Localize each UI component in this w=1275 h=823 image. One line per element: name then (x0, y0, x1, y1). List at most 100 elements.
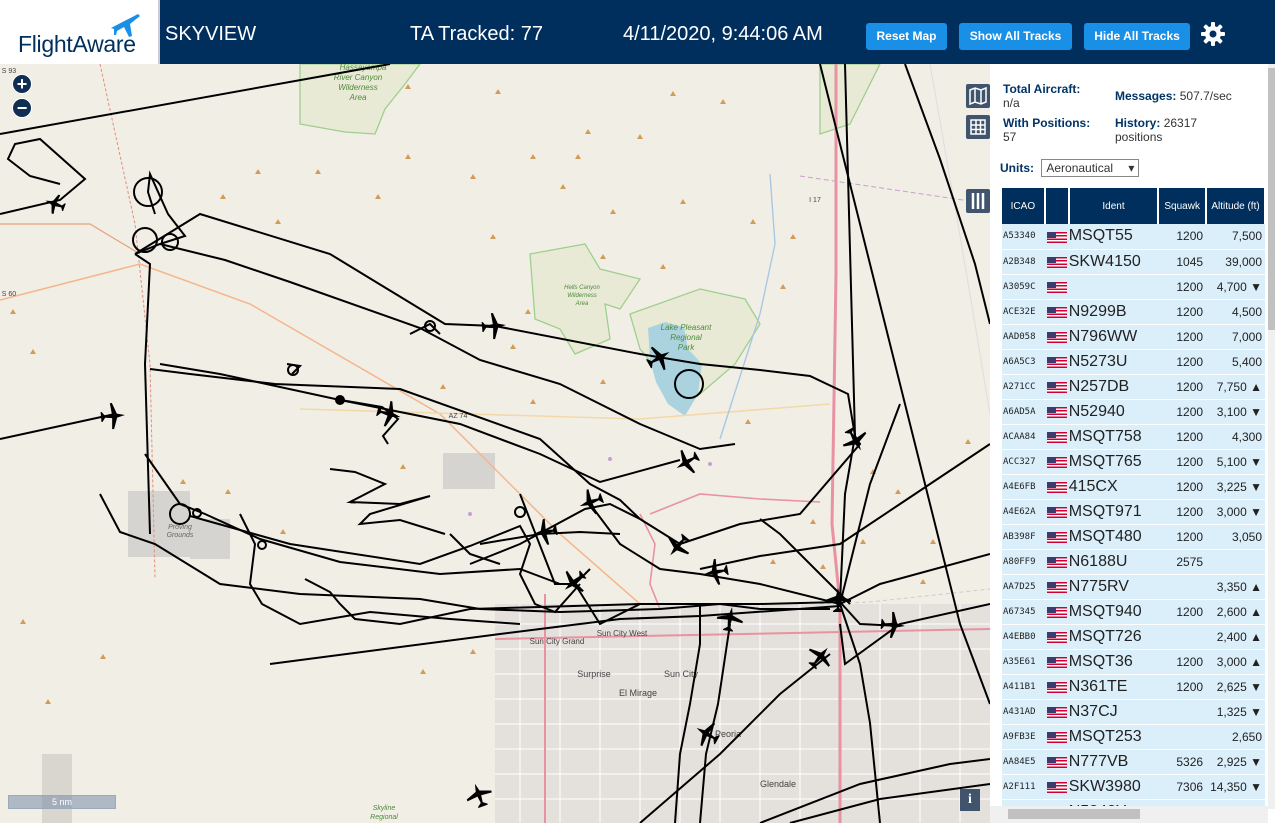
flag-cell (1044, 499, 1069, 525)
table-row[interactable]: A6A5C3 N5273U 1200 5,400 (1002, 349, 1265, 375)
ident-cell: N361TE (1068, 674, 1159, 700)
table-row[interactable]: A411B1 N361TE 1200 2,625 ▼ (1002, 674, 1265, 700)
hide-all-tracks-button[interactable]: Hide All Tracks (1084, 23, 1190, 50)
table-row[interactable]: A3059C 1200 4,700 ▼ (1002, 274, 1265, 300)
table-row[interactable]: A271CC N257DB 1200 7,750 ▲ (1002, 374, 1265, 400)
aircraft-icon (808, 647, 830, 670)
table-row[interactable]: A2B348 SKW4150 1045 39,000 (1002, 249, 1265, 275)
flag-cell (1044, 324, 1069, 350)
site-name: SKYVIEW (165, 23, 257, 45)
squawk-cell: 1200 (1158, 499, 1207, 525)
zoom-in-button[interactable]: + (12, 74, 32, 94)
horizontal-scrollbar-thumb[interactable] (1008, 809, 1140, 819)
col-flag (1044, 188, 1070, 224)
icao-cell: A271CC (1002, 374, 1045, 400)
squawk-cell: 1200 (1158, 274, 1207, 300)
table-row[interactable]: A431AD N37CJ 1,325 ▼ (1002, 699, 1265, 725)
table-row[interactable]: AA84E5 N777VB 5326 2,925 ▼ (1002, 749, 1265, 775)
units-label: Units: (1000, 161, 1034, 175)
aircraft-rows: A53340 MSQT55 1200 7,500 A2B348 SKW4150 1045 39… (1002, 224, 1265, 823)
icao-cell: AAD058 (1002, 324, 1045, 350)
altitude-cell (1206, 549, 1265, 575)
table-row[interactable]: A4EBB0 MSQT726 2,400 ▲ (1002, 624, 1265, 650)
grid-icon[interactable] (966, 115, 990, 139)
col-ident[interactable]: Ident (1068, 188, 1160, 224)
show-all-tracks-button[interactable]: Show All Tracks (959, 23, 1072, 50)
altitude-cell: 3,350 ▲ (1206, 574, 1265, 600)
gear-icon[interactable] (1200, 21, 1226, 47)
squawk-cell (1158, 699, 1207, 725)
flag-cell (1044, 699, 1069, 725)
aircraft-table: ICAO Ident Squawk Altitude (ft) A53340 MS… (1002, 188, 1266, 823)
table-row[interactable]: ACC327 MSQT765 1200 5,100 ▼ (1002, 449, 1265, 475)
flag-cell (1044, 524, 1069, 550)
flag-cell (1044, 599, 1069, 625)
history-stat: History: 26317 positions (1115, 116, 1197, 144)
ident-cell: SKW4150 (1068, 249, 1159, 275)
table-row[interactable]: ACE32E N9299B 1200 4,500 (1002, 299, 1265, 325)
flightaware-logo[interactable]: FlightAware (0, 0, 160, 64)
ident-cell: MSQT55 (1068, 224, 1159, 250)
icao-cell: A35E61 (1002, 649, 1045, 675)
icao-cell: A431AD (1002, 699, 1045, 725)
table-row[interactable]: AA7D25 N775RV 3,350 ▲ (1002, 574, 1265, 600)
flag-cell (1044, 274, 1069, 300)
table-row[interactable]: A35E61 MSQT36 1200 3,000 ▲ (1002, 649, 1265, 675)
table-row[interactable]: A9FB3E MSQT253 2,650 (1002, 724, 1265, 750)
col-icao[interactable]: ICAO (1002, 188, 1046, 224)
ident-cell: N257DB (1068, 374, 1159, 400)
icao-cell: ACE32E (1002, 299, 1045, 325)
altitude-cell: 4,500 (1206, 299, 1265, 325)
flag-cell (1044, 224, 1069, 250)
squawk-cell: 7306 (1158, 774, 1207, 800)
flight-tracks[interactable] (0, 64, 990, 823)
reset-map-button[interactable]: Reset Map (866, 23, 947, 50)
table-row[interactable]: A6AD5A N52940 1200 3,100 ▼ (1002, 399, 1265, 425)
ident-cell: N9299B (1068, 299, 1159, 325)
with-positions-value: 57 (1003, 130, 1017, 144)
columns-icon[interactable] (966, 189, 990, 213)
table-row[interactable]: A53340 MSQT55 1200 7,500 (1002, 224, 1265, 250)
units-select[interactable]: Aeronautical ▾ (1041, 159, 1140, 177)
table-row[interactable]: A4E6FB 415CX 1200 3,225 ▼ (1002, 474, 1265, 500)
history-value: 26317 (1163, 116, 1198, 130)
icao-cell: AA84E5 (1002, 749, 1045, 775)
history-unit: positions (1115, 130, 1163, 144)
map-layers-icon[interactable] (966, 84, 990, 108)
table-row[interactable]: A4E62A MSQT971 1200 3,000 ▼ (1002, 499, 1265, 525)
zoom-out-button[interactable]: − (12, 98, 32, 118)
col-squawk[interactable]: Squawk (1158, 188, 1208, 224)
table-row[interactable]: AB398F MSQT480 1200 3,050 (1002, 524, 1265, 550)
table-row[interactable]: A80FF9 N6188U 2575 (1002, 549, 1265, 575)
aircraft-panel: Total Aircraft: n/a With Positions: 57 M… (990, 64, 1275, 823)
vertical-scrollbar-thumb[interactable] (1268, 68, 1275, 330)
dropdown-arrow-icon: ▾ (1128, 161, 1135, 175)
table-row[interactable]: AAD058 N796WW 1200 7,000 (1002, 324, 1265, 350)
info-icon[interactable]: i (960, 789, 980, 811)
table-row[interactable]: ACAA84 MSQT758 1200 4,300 (1002, 424, 1265, 450)
icao-cell: A9FB3E (1002, 724, 1045, 750)
col-altitude[interactable]: Altitude (ft) (1206, 188, 1266, 224)
aircraft-icon (646, 346, 670, 371)
altitude-cell: 3,000 ▲ (1206, 649, 1265, 675)
ident-cell: MSQT758 (1068, 424, 1159, 450)
ident-cell: N777VB (1068, 749, 1159, 775)
map-view[interactable]: Hassayampa River Canyon Wilderness Area … (0, 64, 990, 823)
table-row[interactable]: A2F111 SKW3980 7306 14,350 ▼ (1002, 774, 1265, 800)
altitude-cell: 39,000 (1206, 249, 1265, 275)
us-flag-icon (1046, 282, 1067, 294)
units-row: Units: Aeronautical ▾ (1000, 159, 1140, 177)
squawk-cell: 1200 (1158, 299, 1207, 325)
table-row[interactable]: A67345 MSQT940 1200 2,600 ▲ (1002, 599, 1265, 625)
squawk-cell: 2575 (1158, 549, 1207, 575)
squawk-cell: 5326 (1158, 749, 1207, 775)
us-flag-icon (1046, 732, 1067, 744)
icao-cell: A53340 (1002, 224, 1045, 250)
icao-cell: ACC327 (1002, 449, 1045, 475)
us-flag-icon (1046, 582, 1067, 594)
units-value: Aeronautical (1046, 161, 1114, 175)
icao-cell: A2B348 (1002, 249, 1045, 275)
us-flag-icon (1046, 707, 1067, 719)
aircraft-icon (564, 570, 587, 592)
altitude-cell: 2,650 (1206, 724, 1265, 750)
